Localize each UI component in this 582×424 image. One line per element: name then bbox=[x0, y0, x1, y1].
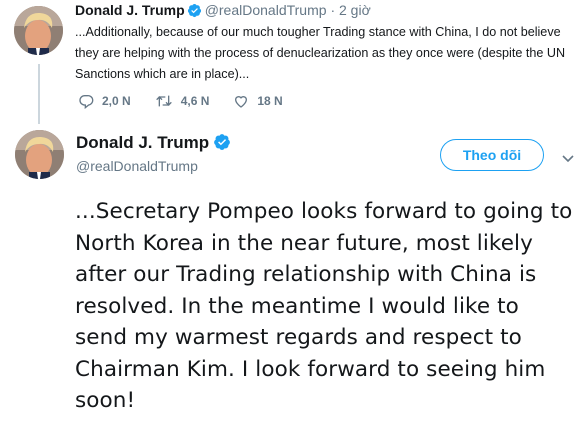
verified-badge-icon bbox=[187, 3, 202, 21]
author-handle[interactable]: @realDonaldTrump bbox=[205, 2, 327, 18]
like-count: 18 N bbox=[257, 94, 283, 108]
main-tweet-text: ...Secretary Pompeo looks forward to goi… bbox=[75, 199, 573, 413]
separator: · bbox=[330, 2, 336, 18]
avatar-image bbox=[14, 6, 63, 55]
like-button[interactable]: 18 N bbox=[233, 93, 283, 109]
chevron-down-icon[interactable] bbox=[562, 150, 574, 168]
reply-count: 2,0 N bbox=[102, 94, 131, 108]
reply-icon bbox=[79, 94, 94, 109]
timestamp[interactable]: 2 giờ bbox=[339, 2, 371, 18]
author-name[interactable]: Donald J. Trump bbox=[75, 2, 185, 18]
retweet-count: 4,6 N bbox=[180, 94, 210, 108]
thread-line bbox=[38, 64, 40, 124]
avatar[interactable] bbox=[15, 130, 64, 179]
verified-badge-icon bbox=[213, 133, 231, 156]
avatar-image bbox=[15, 130, 64, 179]
tweet-actions: 2,0 N 4,6 N 18 N bbox=[78, 93, 307, 109]
reply-button[interactable]: 2,0 N bbox=[78, 93, 131, 109]
reply-tweet-text: ...Additionally, because of our much tou… bbox=[75, 25, 566, 81]
retweet-button[interactable]: 4,6 N bbox=[155, 93, 210, 109]
like-icon bbox=[235, 96, 248, 108]
author-handle[interactable]: @realDonaldTrump bbox=[76, 158, 198, 174]
follow-button[interactable]: Theo dõi bbox=[440, 139, 544, 171]
author-name-text[interactable]: Donald J. Trump bbox=[76, 133, 209, 152]
retweet-icon bbox=[155, 95, 172, 107]
reply-tweet-header: Donald J. Trump @realDonaldTrump · 2 giờ bbox=[75, 2, 371, 21]
author-name: Donald J. Trump bbox=[76, 133, 234, 156]
avatar[interactable] bbox=[14, 6, 63, 55]
